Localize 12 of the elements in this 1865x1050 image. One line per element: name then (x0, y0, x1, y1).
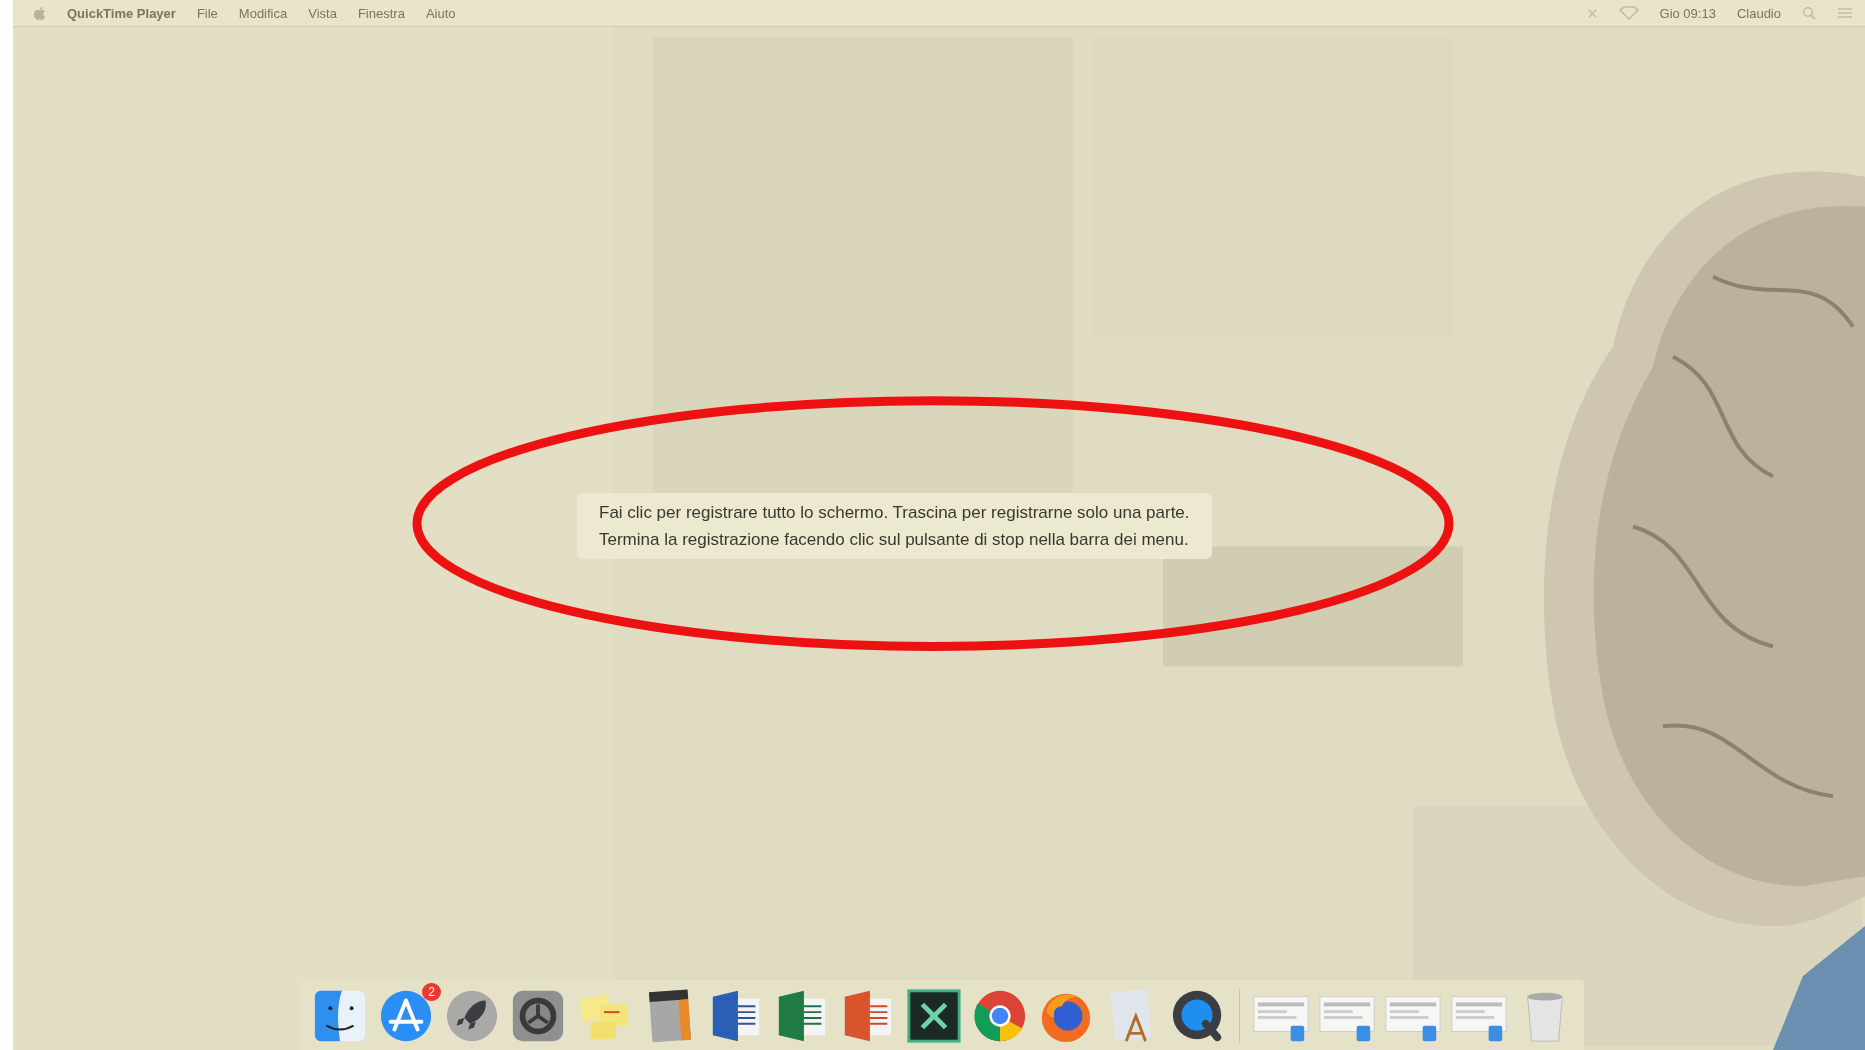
menu-item[interactable]: Vista (308, 5, 337, 21)
hint-text: Fai clic per registrare tutto lo schermo. Trascina per registrarne solo una parte. (599, 503, 1190, 523)
mind-map-icon[interactable] (905, 987, 963, 1045)
hint-text: Termina la registrazione facendo clic sul pulsante di stop nella barra dei menu. (599, 530, 1190, 550)
notification-badge: 2 (422, 983, 441, 1001)
user-name[interactable]: Claudio (1736, 5, 1781, 21)
menu-item[interactable]: Finestra (357, 5, 405, 21)
menu-item[interactable]: Aiuto (425, 5, 456, 21)
menu-item[interactable]: File (196, 5, 218, 21)
app-menu[interactable]: QuickTime Player (67, 5, 176, 21)
menu-item[interactable]: Modifica (238, 5, 288, 21)
clock[interactable]: Gio 09:13 (1659, 5, 1716, 21)
